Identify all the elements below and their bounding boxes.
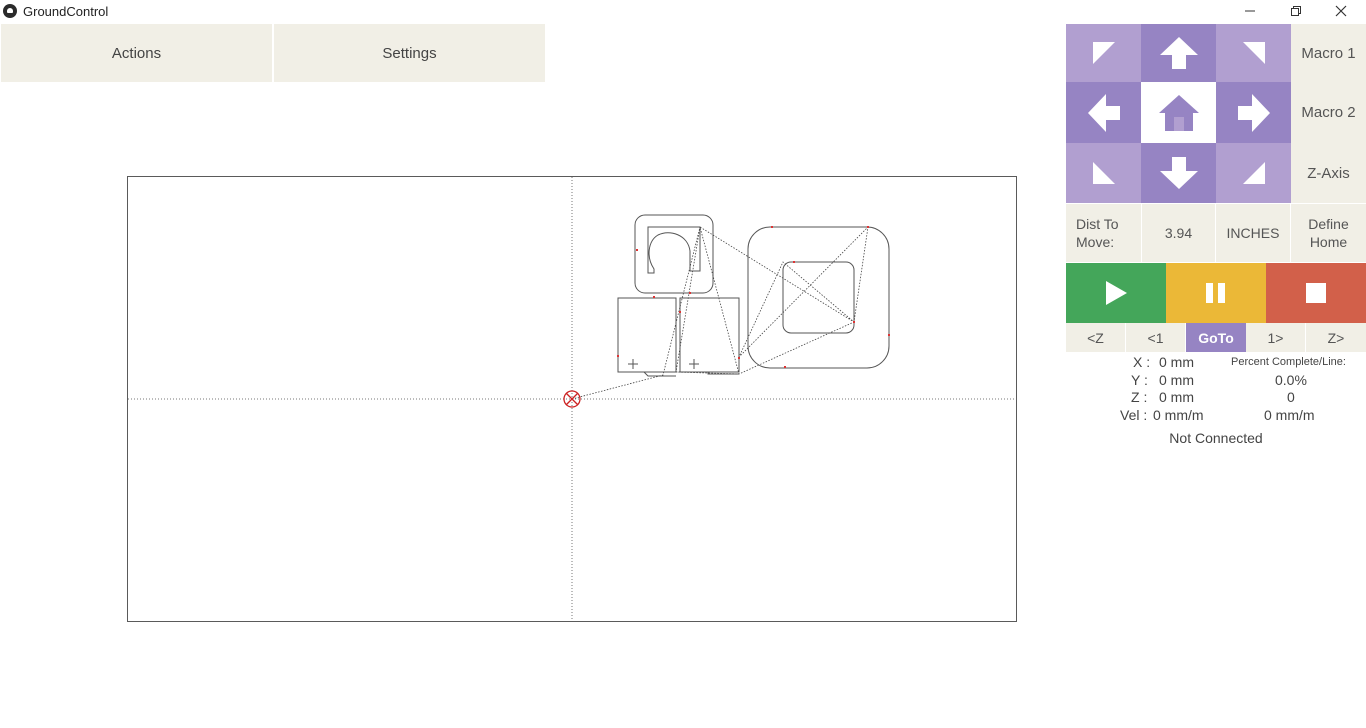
rapid-moves	[571, 225, 869, 400]
feedrate-value: 0 mm/m	[1264, 407, 1315, 423]
title-bar: GroundControl	[0, 0, 1366, 22]
units-toggle-button[interactable]: INCHES	[1216, 204, 1290, 262]
z-label: Z :	[1131, 389, 1148, 405]
stop-button[interactable]	[1266, 263, 1366, 323]
toolpath-shape	[618, 371, 676, 377]
line-forward-button[interactable]: 1>	[1246, 323, 1305, 352]
toolpath-shape	[647, 226, 701, 274]
restore-icon	[1291, 6, 1301, 16]
dist-to-move-input[interactable]: 3.94	[1142, 204, 1215, 262]
jog-right-button[interactable]	[1216, 82, 1291, 143]
dist-to-move-label: Dist To Move:	[1066, 204, 1141, 262]
toolpath-canvas[interactable]	[127, 176, 1017, 622]
toolpath-shape	[679, 297, 740, 373]
window-title: GroundControl	[23, 4, 109, 19]
arrow-up-icon	[1159, 37, 1198, 69]
current-line-value: 0	[1287, 389, 1295, 405]
jog-left-button[interactable]	[1066, 82, 1141, 143]
toolpath-marker	[636, 249, 638, 251]
goto-button[interactable]: GoTo	[1186, 323, 1246, 352]
actions-button[interactable]: Actions	[1, 24, 272, 82]
percent-complete-label: Percent Complete/Line:	[1231, 356, 1346, 368]
z-axis-button[interactable]: Z-Axis	[1291, 143, 1366, 203]
x-label: X :	[1133, 354, 1151, 370]
toolpath-drawing	[128, 177, 1016, 621]
toolpath-marker	[853, 321, 855, 323]
toolpath-marker	[617, 355, 619, 357]
z-back-button[interactable]: <Z	[1066, 323, 1125, 352]
restore-button[interactable]	[1273, 0, 1319, 22]
toolpath-shape	[782, 261, 855, 334]
arrow-up-right-icon	[1242, 42, 1265, 64]
app-logo-icon	[3, 4, 17, 18]
home-icon	[1158, 94, 1199, 131]
y-position-value: 0 mm	[1159, 372, 1194, 388]
toolpath-shapes	[617, 214, 890, 377]
jog-down-left-button[interactable]	[1066, 143, 1141, 203]
arrow-up-left-icon	[1092, 42, 1115, 64]
x-position-value: 0 mm	[1159, 354, 1194, 370]
define-home-button[interactable]: Define Home	[1291, 204, 1366, 262]
toolpath-marker	[784, 366, 786, 368]
z-position-value: 0 mm	[1159, 389, 1194, 405]
velocity-value: 0 mm/m	[1153, 407, 1204, 423]
minimize-icon	[1245, 10, 1255, 12]
pause-button[interactable]	[1166, 263, 1266, 323]
macro-2-button[interactable]: Macro 2	[1291, 82, 1366, 143]
stop-icon	[1306, 283, 1326, 303]
toolpath-marker	[738, 357, 740, 359]
home-button[interactable]	[1141, 82, 1216, 143]
toolpath-shape	[689, 359, 699, 369]
toolpath-marker	[653, 296, 655, 298]
jog-down-right-button[interactable]	[1216, 143, 1291, 203]
toolpath-marker	[888, 334, 890, 336]
jog-up-button[interactable]	[1141, 24, 1216, 82]
arrow-left-icon	[1087, 93, 1120, 132]
pause-icon	[1206, 283, 1225, 303]
arrow-down-left-icon	[1092, 162, 1115, 184]
close-button[interactable]	[1318, 0, 1364, 22]
minimize-button[interactable]	[1227, 0, 1273, 22]
toolpath-marker	[771, 226, 773, 228]
connection-status: Not Connected	[1169, 430, 1263, 446]
jog-up-left-button[interactable]	[1066, 24, 1141, 82]
toolpath-shape	[617, 297, 677, 373]
close-icon	[1335, 5, 1347, 17]
arrow-down-right-icon	[1242, 162, 1265, 184]
jog-up-right-button[interactable]	[1216, 24, 1291, 82]
macro-1-button[interactable]: Macro 1	[1291, 24, 1366, 82]
settings-button[interactable]: Settings	[274, 24, 545, 82]
y-label: Y :	[1131, 372, 1148, 388]
toolpath-marker	[689, 292, 691, 294]
play-icon	[1106, 281, 1127, 305]
percent-complete-value: 0.0%	[1275, 372, 1307, 388]
vel-label: Vel :	[1120, 407, 1148, 423]
toolpath-marker	[793, 261, 795, 263]
arrow-down-icon	[1159, 157, 1198, 189]
arrow-right-icon	[1237, 93, 1270, 132]
toolpath-shape	[747, 226, 890, 369]
toolpath-markers	[617, 226, 890, 368]
rapid-move	[571, 225, 869, 400]
play-button[interactable]	[1066, 263, 1166, 323]
line-back-button[interactable]: <1	[1126, 323, 1185, 352]
jog-down-button[interactable]	[1141, 143, 1216, 203]
toolpath-marker	[679, 311, 681, 313]
toolpath-marker	[867, 226, 869, 228]
toolpath-shape	[628, 359, 638, 369]
z-forward-button[interactable]: Z>	[1306, 323, 1366, 352]
